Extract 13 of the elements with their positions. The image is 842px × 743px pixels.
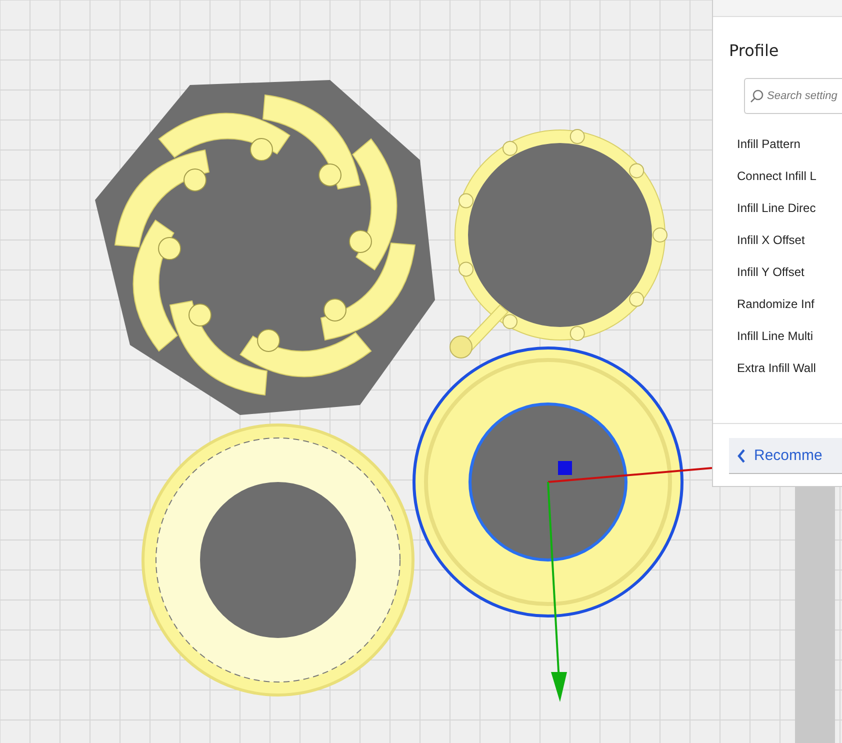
setting-item[interactable]: Extra Infill Wall — [737, 358, 842, 390]
search-icon — [750, 89, 764, 103]
search-field[interactable]: Search setting — [744, 78, 842, 114]
recommended-button[interactable]: Recomme — [729, 438, 842, 474]
setting-item[interactable]: Infill Y Offset — [737, 262, 842, 294]
setting-item[interactable]: Connect Infill L — [737, 166, 842, 198]
setting-item[interactable]: Infill Line Direc — [737, 198, 842, 230]
setting-item[interactable]: Randomize Inf — [737, 294, 842, 326]
chevron-left-icon — [737, 448, 746, 462]
panel-title: Profile — [728, 40, 780, 60]
setting-item[interactable]: Infill X Offset — [737, 230, 842, 262]
setting-item[interactable]: Infill Pattern — [737, 134, 842, 166]
setting-item[interactable]: Infill Line Multi — [737, 326, 842, 358]
